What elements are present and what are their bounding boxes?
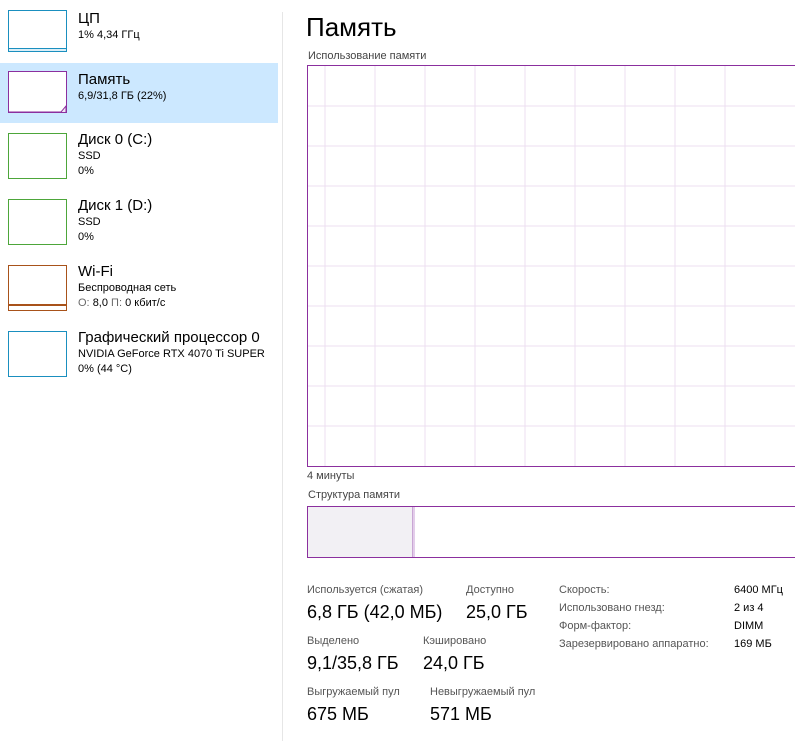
sidebar-item-throughput: О: 8,0 П: 0 кбит/с <box>78 296 176 311</box>
speed-value: 6400 МГц <box>734 584 783 596</box>
form-factor-label: Форм-фактор: <box>559 620 632 632</box>
stat-label: Невыгружаемый пул <box>430 686 536 698</box>
slots-used-label: Использовано гнезд: <box>559 602 665 614</box>
memory-structure-modified <box>413 507 415 557</box>
stat-in-use: Используется (сжатая) 6,8 ГБ (42,0 МБ) <box>307 583 442 624</box>
memory-thumbnail-graph <box>8 71 67 113</box>
stat-committed: Выделено 9,1/35,8 ГБ <box>307 634 399 675</box>
stat-available: Доступно 25,0 ГБ <box>466 583 528 624</box>
form-factor-value: DIMM <box>734 620 764 632</box>
hardware-reserved-label: Зарезервировано аппаратно: <box>559 638 709 650</box>
sidebar-item-gpu-0[interactable]: Графический процессор 0 NVIDIA GeForce R… <box>0 325 278 387</box>
sidebar-item-disk-1[interactable]: Диск 1 (D:) SSD 0% <box>0 193 278 255</box>
graph-label: Использование памяти <box>308 50 427 62</box>
sidebar-item-detail: 1% 4,34 ГГц <box>78 29 140 41</box>
send-label: О: <box>78 297 90 309</box>
receive-label: П: <box>111 297 123 309</box>
memory-structure-bar <box>307 506 795 558</box>
sidebar-item-detail: SSD <box>78 216 101 228</box>
memory-panel: Память Использование памяти 4 минуты Стр… <box>306 0 795 741</box>
sidebar-item-title: ЦП <box>78 10 100 27</box>
stat-cached: Кэшировано 24,0 ГБ <box>423 634 486 675</box>
structure-label: Структура памяти <box>308 489 401 501</box>
cpu-thumbnail-graph <box>8 10 67 52</box>
speed-label: Скорость: <box>559 584 610 596</box>
sidebar-item-wifi[interactable]: Wi-Fi Беспроводная сеть О: 8,0 П: 0 кбит… <box>0 259 278 321</box>
receive-value: 0 кбит/с <box>125 297 166 309</box>
stat-label: Выгружаемый пул <box>307 686 400 698</box>
stat-paged-pool: Выгружаемый пул 675 МБ <box>307 685 400 726</box>
wifi-thumbnail-line <box>9 304 66 306</box>
memory-thumbnail-line <box>9 104 67 113</box>
sidebar-item-title: Память <box>78 71 131 88</box>
sidebar-item-usage: 0% <box>78 231 94 243</box>
stat-value: 675 МБ <box>307 704 369 724</box>
cpu-thumbnail-fill <box>9 48 66 51</box>
stat-label: Используется (сжатая) <box>307 584 424 596</box>
sidebar-item-detail: Беспроводная сеть <box>78 282 177 294</box>
page-title: Память <box>306 12 397 42</box>
stat-label: Доступно <box>466 584 515 596</box>
wifi-thumbnail-graph <box>8 265 67 311</box>
sidebar: ЦП 1% 4,34 ГГц Память 6,9/31,8 ГБ (22%) … <box>0 0 278 741</box>
stat-non-paged-pool: Невыгружаемый пул 571 МБ <box>430 685 535 726</box>
sidebar-item-title: Диск 0 (C:) <box>78 131 153 148</box>
disk-1-thumbnail-graph <box>8 199 67 245</box>
sidebar-item-detail: SSD <box>78 150 101 162</box>
stat-label: Выделено <box>307 635 360 647</box>
panel-divider[interactable] <box>282 12 283 741</box>
sidebar-item-disk-0[interactable]: Диск 0 (C:) SSD 0% <box>0 127 278 189</box>
sidebar-item-title: Диск 1 (D:) <box>78 197 153 214</box>
memory-structure-in-use <box>308 507 413 557</box>
gpu-0-thumbnail-graph <box>8 331 67 377</box>
stat-label: Кэшировано <box>423 635 487 647</box>
sidebar-item-usage: 0% <box>78 165 94 177</box>
hardware-reserved-value: 169 МБ <box>734 638 772 650</box>
memory-usage-graph <box>307 65 795 467</box>
sidebar-item-cpu[interactable]: ЦП 1% 4,34 ГГц <box>0 0 278 62</box>
sidebar-item-memory[interactable]: Память 6,9/31,8 ГБ (22%) <box>0 63 278 123</box>
stat-value: 571 МБ <box>430 704 492 724</box>
stat-value: 9,1/35,8 ГБ <box>307 653 399 673</box>
sidebar-item-detail: 6,9/31,8 ГБ (22%) <box>78 90 167 102</box>
time-span-label: 4 минуты <box>307 470 355 482</box>
sidebar-item-usage: 0% (44 °C) <box>78 363 132 375</box>
stat-value: 24,0 ГБ <box>423 653 485 673</box>
sidebar-item-title: Графический процессор 0 <box>78 329 260 346</box>
sidebar-item-title: Wi-Fi <box>78 263 113 280</box>
stat-value: 25,0 ГБ <box>466 602 528 622</box>
slots-used-value: 2 из 4 <box>734 602 764 614</box>
sidebar-item-detail: NVIDIA GeForce RTX 4070 Ti SUPER <box>78 348 265 360</box>
send-value: 8,0 <box>92 297 108 309</box>
memory-usage-grid <box>308 66 795 466</box>
stat-value: 6,8 ГБ (42,0 МБ) <box>307 602 443 622</box>
disk-0-thumbnail-graph <box>8 133 67 179</box>
